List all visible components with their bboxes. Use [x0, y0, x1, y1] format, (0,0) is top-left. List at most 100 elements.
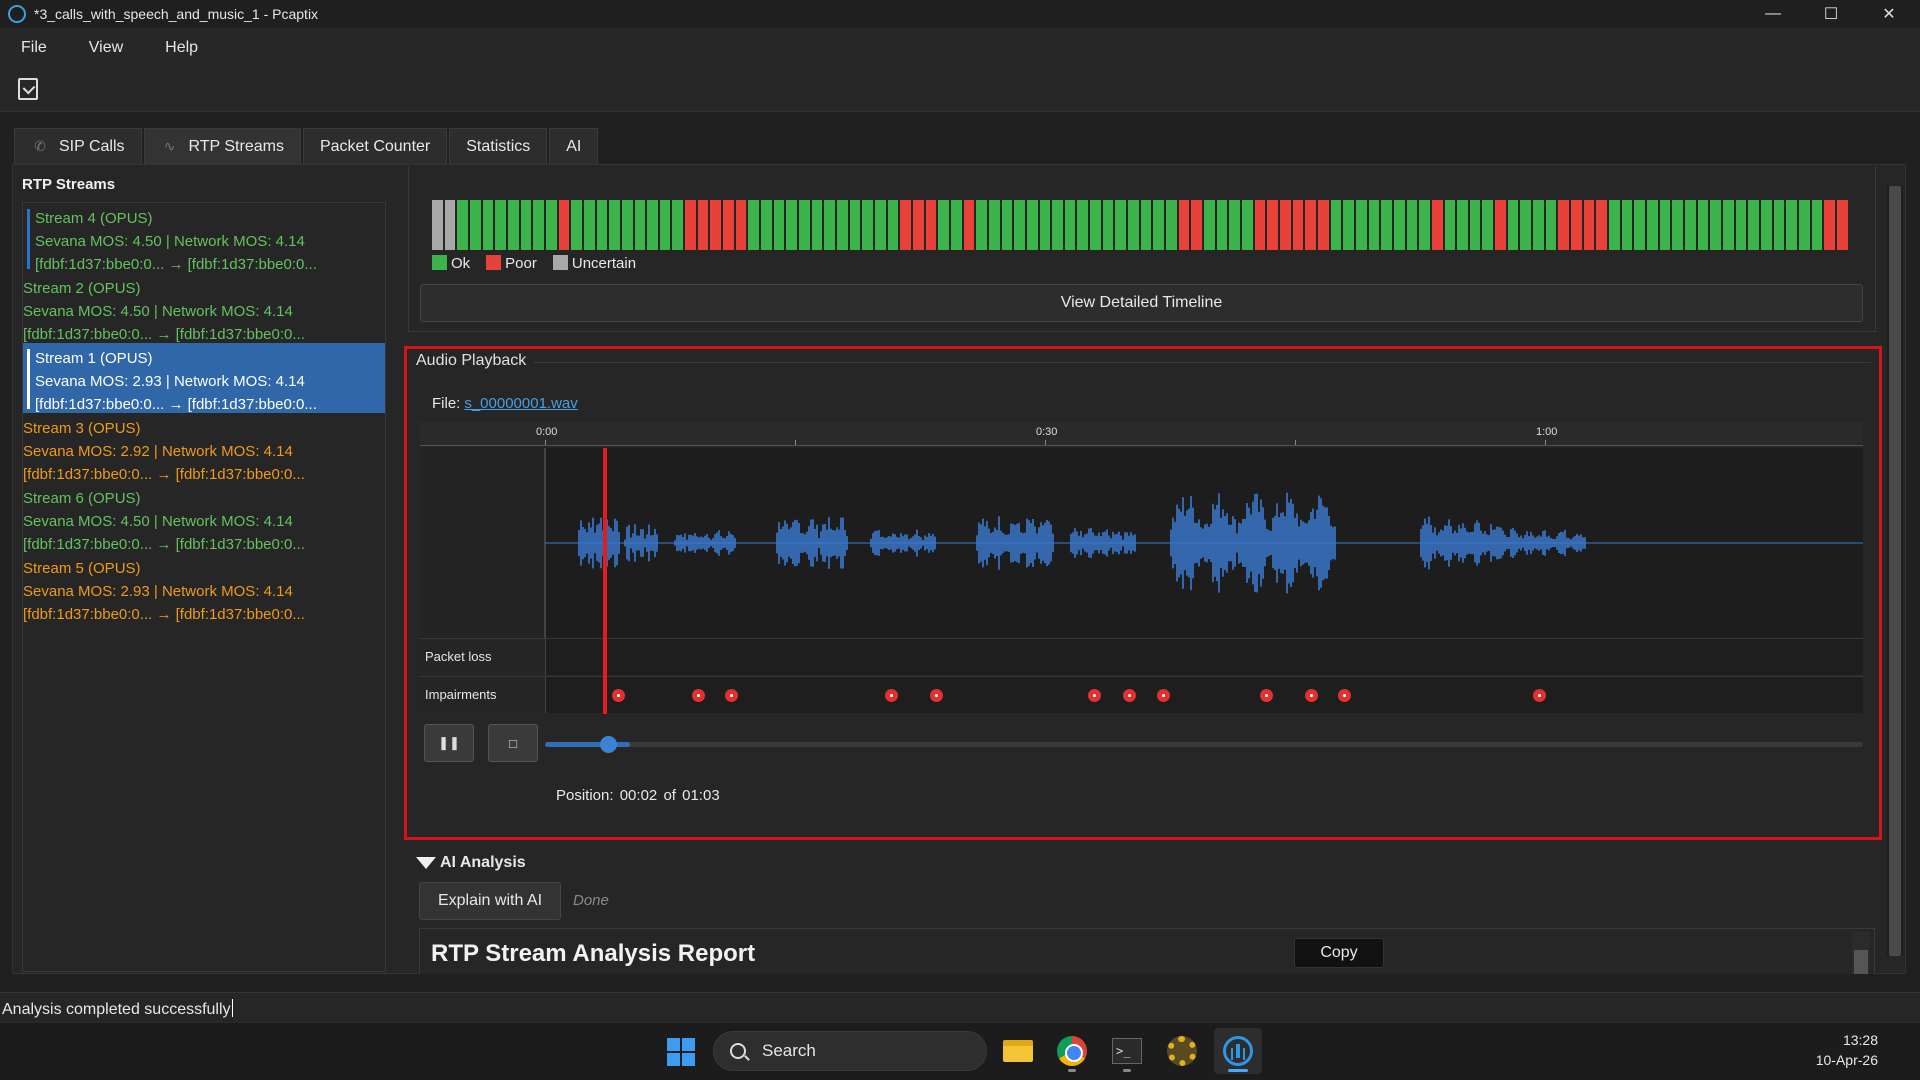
quality-segment: [1292, 200, 1304, 250]
file-link[interactable]: s_00000001.wav: [464, 395, 577, 412]
stop-button[interactable]: □: [488, 724, 538, 762]
quality-segment: [647, 200, 658, 250]
system-clock[interactable]: 13:28 10-Apr-26: [1816, 1030, 1878, 1070]
stream-address: [fdbf:1d37:bbe0:0... → [fdbf:1d37:bbe0:0…: [23, 606, 305, 623]
impairment-marker[interactable]: [1533, 689, 1547, 702]
export-icon[interactable]: [18, 78, 38, 100]
quality-segment: [482, 200, 494, 250]
quality-segment: [1609, 200, 1620, 250]
chrome-icon[interactable]: [1054, 1034, 1090, 1068]
quality-segment: [1178, 200, 1190, 250]
quality-segment: [1317, 200, 1329, 250]
quality-segment: [1279, 200, 1291, 250]
stream-list-item[interactable]: Stream 5 (OPUS) Sevana MOS: 2.93 | Networ…: [23, 553, 385, 623]
time-tick: [1295, 440, 1296, 445]
rtp-streams-heading: RTP Streams: [22, 176, 116, 193]
impairment-marker[interactable]: [1305, 689, 1318, 702]
pcaptix-icon[interactable]: [1220, 1034, 1256, 1068]
quality-segment: [469, 200, 481, 250]
minimize-button[interactable]: —: [1744, 0, 1802, 28]
tab-statistics[interactable]: Statistics: [449, 128, 548, 164]
impairment-marker[interactable]: [1123, 689, 1137, 702]
impairment-marker[interactable]: [1338, 689, 1352, 702]
quality-segment: [533, 200, 544, 250]
menu-help[interactable]: Help: [144, 39, 219, 57]
tab-packet-counter[interactable]: Packet Counter: [302, 128, 448, 164]
impairment-marker[interactable]: [691, 689, 705, 702]
waveform-icon: ∿: [163, 138, 176, 154]
stream-name: Stream 5 (OPUS): [23, 560, 141, 577]
maximize-button[interactable]: ☐: [1802, 0, 1860, 28]
settings-gear-icon[interactable]: [1164, 1034, 1200, 1068]
impairments-lane: [545, 677, 1863, 713]
stream-list-item[interactable]: Stream 4 (OPUS) Sevana MOS: 4.50 | Networ…: [23, 203, 385, 273]
quality-segment: [1836, 200, 1848, 250]
status-text: Analysis completed successfully: [2, 999, 233, 1018]
menu-file[interactable]: File: [0, 39, 68, 57]
impairment-marker[interactable]: [1156, 689, 1170, 702]
quality-segment: [1381, 200, 1392, 250]
time-tick-label: 1:00: [1536, 426, 1558, 438]
quality-timeline-bar[interactable]: [432, 200, 1850, 250]
ai-analysis-header[interactable]: AI Analysis: [416, 854, 526, 872]
quality-segment: [1102, 200, 1114, 250]
time-tick: [545, 440, 546, 445]
running-indicator: [1123, 1069, 1131, 1072]
stream-list[interactable]: Stream 4 (OPUS) Sevana MOS: 4.50 | Networ…: [22, 202, 386, 972]
explain-with-ai-button[interactable]: Explain with AI: [419, 882, 561, 920]
quality-segment: [1811, 200, 1823, 250]
stream-list-item[interactable]: Stream 1 (OPUS) Sevana MOS: 2.93 | Networ…: [23, 343, 385, 413]
tab-ai[interactable]: AI: [549, 128, 599, 164]
file-explorer-icon[interactable]: [1000, 1034, 1036, 1068]
windows-start-icon[interactable]: [667, 1038, 695, 1066]
quality-segment: [1166, 200, 1177, 250]
impairment-marker[interactable]: [611, 689, 625, 702]
impairment-marker[interactable]: [725, 689, 738, 702]
tab-sip-calls[interactable]: ✆ SIP Calls: [14, 128, 142, 164]
quality-segment: [1710, 200, 1721, 250]
quality-segment: [1444, 200, 1456, 250]
waveform: [545, 492, 1863, 594]
playhead[interactable]: [603, 448, 608, 714]
play-pause-button[interactable]: ❚❚: [424, 724, 474, 762]
tab-label: Statistics: [466, 137, 531, 155]
impairment-marker[interactable]: [885, 689, 898, 702]
menu-view[interactable]: View: [68, 39, 144, 57]
impairment-marker[interactable]: [1260, 689, 1273, 702]
quality-segment: [1583, 200, 1595, 250]
stream-list-item[interactable]: Stream 2 (OPUS) Sevana MOS: 4.50 | Networ…: [23, 273, 385, 343]
report-scrollbar[interactable]: [1852, 932, 1870, 974]
clock-date: 10-Apr-26: [1815, 1052, 1878, 1068]
quality-segment: [1533, 200, 1544, 250]
copy-button[interactable]: Copy: [1294, 938, 1384, 968]
position-value: 00:02: [619, 787, 658, 804]
quality-segment: [1659, 200, 1671, 250]
stream-name: Stream 1 (OPUS): [35, 350, 153, 367]
stream-list-item[interactable]: Stream 6 (OPUS) Sevana MOS: 4.50 | Networ…: [23, 483, 385, 553]
view-detailed-timeline-button[interactable]: View Detailed Timeline: [420, 284, 1863, 322]
impairments-label: Impairments: [425, 687, 497, 702]
quality-segment: [583, 200, 595, 250]
quality-segment: [1571, 200, 1582, 250]
right-panel-scrollbar[interactable]: [1887, 186, 1903, 956]
impairment-marker[interactable]: [930, 689, 943, 702]
active-indicator: [1228, 1069, 1248, 1072]
close-button[interactable]: ✕: [1860, 0, 1918, 28]
tab-label: AI: [566, 137, 582, 155]
quality-segment: [1697, 200, 1709, 250]
quality-segment: [1330, 200, 1342, 250]
taskbar-search[interactable]: Search: [713, 1031, 987, 1071]
stream-name: Stream 6 (OPUS): [23, 490, 141, 507]
quality-segment: [558, 200, 570, 250]
stream-list-item[interactable]: Stream 3 (OPUS) Sevana MOS: 2.92 | Networ…: [23, 413, 385, 483]
quality-segment: [811, 200, 823, 250]
quality-segment: [1014, 200, 1025, 250]
tab-rtp-streams[interactable]: ∿ RTP Streams: [143, 128, 301, 164]
terminal-icon[interactable]: >_: [1109, 1034, 1145, 1068]
quality-segment: [1621, 200, 1633, 250]
phone-icon: ✆: [34, 138, 46, 154]
impairment-marker[interactable]: [1088, 689, 1102, 702]
seek-slider[interactable]: [545, 742, 1863, 747]
stream-mos: Sevana MOS: 2.93 | Network MOS: 4.14: [23, 583, 293, 600]
ai-analysis-title: AI Analysis: [440, 854, 526, 871]
